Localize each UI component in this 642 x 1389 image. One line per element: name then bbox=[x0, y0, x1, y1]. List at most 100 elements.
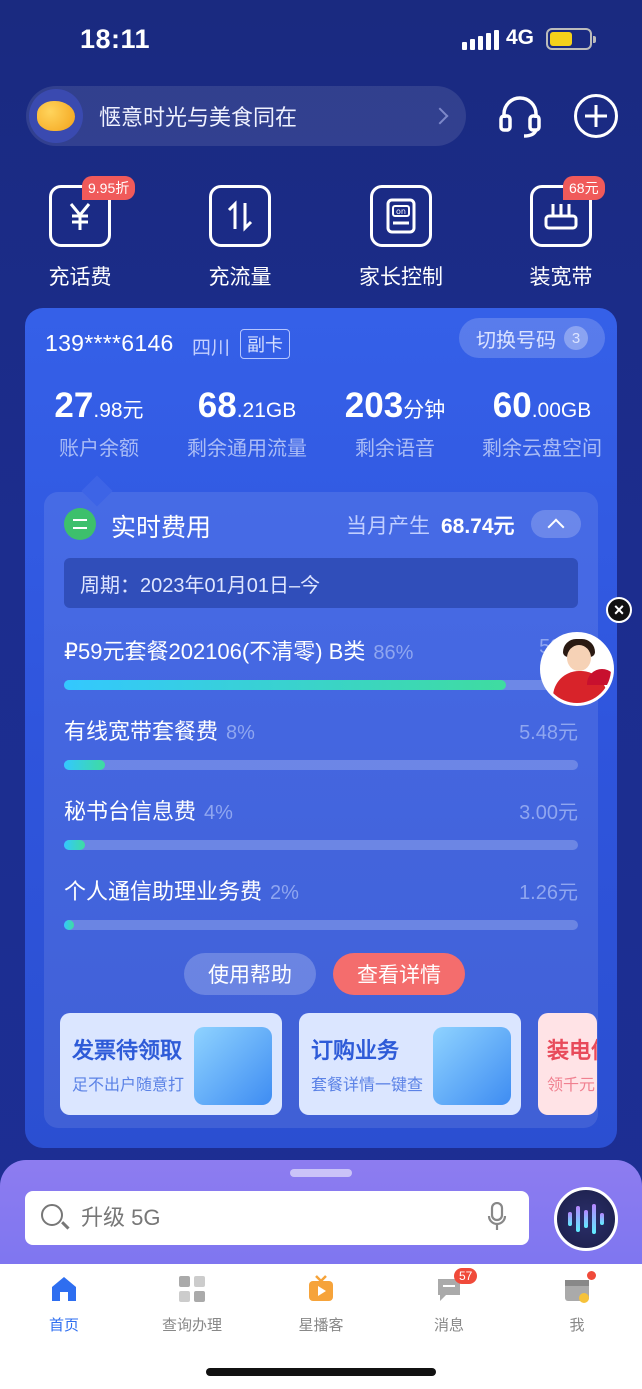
quick-action-label: 充话费 bbox=[48, 266, 112, 289]
stat-unit: 分钟 bbox=[403, 399, 446, 422]
router-icon: 68元 bbox=[530, 176, 605, 247]
fee-item[interactable]: 个人通信助理业务费 2% 1.26元 bbox=[64, 874, 578, 930]
invoice-illustration-icon bbox=[194, 1027, 272, 1105]
stat-unit: .21GB bbox=[236, 399, 297, 422]
microphone-icon[interactable] bbox=[487, 1202, 507, 1232]
stat-value: 27 bbox=[54, 386, 94, 425]
promo-subtitle: 领千元 bbox=[547, 1077, 596, 1094]
floating-assistant-avatar[interactable] bbox=[540, 632, 614, 706]
chevron-right-icon bbox=[431, 107, 449, 125]
customer-service-icon[interactable] bbox=[496, 92, 544, 140]
fee-amount: 3.00元 bbox=[519, 802, 578, 824]
bean-mascot-icon bbox=[37, 101, 75, 131]
fee-progress bbox=[64, 920, 578, 930]
phone-number: 139****6146 bbox=[45, 330, 174, 356]
fee-item[interactable]: 秘书台信息费 4% 3.00元 bbox=[64, 794, 578, 850]
close-icon[interactable]: × bbox=[606, 597, 632, 623]
stat-voice[interactable]: 203分钟 剩余语音 bbox=[334, 386, 456, 461]
fee-percent: 4% bbox=[204, 802, 233, 824]
stat-value: 68 bbox=[197, 386, 237, 425]
fee-progress bbox=[64, 760, 578, 770]
tab-me[interactable]: 我 bbox=[527, 1271, 627, 1335]
add-icon[interactable] bbox=[574, 94, 618, 138]
stat-label: 账户余额 bbox=[59, 438, 139, 460]
switch-number-button[interactable]: 切换号码 3 bbox=[459, 318, 605, 358]
greeting-text: 惬意时光与美食同在 bbox=[99, 105, 298, 130]
phone-region: 四川 bbox=[192, 338, 231, 359]
search-input[interactable] bbox=[81, 1199, 461, 1237]
tab-messages[interactable]: 57 消息 bbox=[399, 1268, 499, 1335]
stat-label: 剩余语音 bbox=[355, 438, 435, 460]
tab-home[interactable]: 首页 bbox=[14, 1274, 114, 1335]
data-transfer-icon bbox=[209, 185, 271, 247]
billing-period: 周期：2023年01月01日–今 bbox=[64, 558, 578, 608]
switch-number-label: 切换号码 bbox=[476, 329, 556, 352]
fee-progress bbox=[64, 840, 578, 850]
fee-amount: 5.48元 bbox=[519, 722, 578, 744]
quick-action-label: 装宽带 bbox=[529, 266, 593, 289]
stat-cloud[interactable]: 60.00GB 剩余云盘空间 bbox=[470, 386, 614, 461]
discount-badge: 9.95折 bbox=[82, 176, 136, 200]
stat-label: 剩余云盘空间 bbox=[482, 438, 602, 460]
fee-name: 有线宽带套餐费 bbox=[64, 719, 219, 744]
stat-label: 剩余通用流量 bbox=[187, 438, 307, 460]
quick-action-recharge-data[interactable]: 充流量 bbox=[185, 185, 295, 291]
network-type: 4G bbox=[506, 26, 535, 49]
quick-action-parental-control[interactable]: on 家长控制 bbox=[346, 185, 456, 291]
realtime-title: 实时费用 bbox=[111, 514, 212, 542]
home-indicator bbox=[206, 1368, 436, 1376]
tab-label: 首页 bbox=[48, 1317, 79, 1334]
signal-icon bbox=[462, 30, 499, 50]
quick-action-label: 充流量 bbox=[208, 266, 272, 289]
fee-percent: 8% bbox=[226, 722, 255, 744]
fee-percent: 2% bbox=[270, 882, 299, 904]
collapse-toggle[interactable] bbox=[531, 510, 581, 538]
promo-order-service[interactable]: 订购业务 套餐详情一键查 bbox=[299, 1013, 521, 1115]
promo-title: 发票待领取 bbox=[72, 1038, 183, 1063]
help-button[interactable]: 使用帮助 bbox=[184, 953, 316, 995]
fee-name: ₽59元套餐202106(不清零) B类 bbox=[64, 639, 366, 664]
yuan-icon: 9.95折 bbox=[49, 176, 136, 247]
month-label: 当月产生 bbox=[346, 515, 430, 538]
promo-title: 装电信 bbox=[547, 1038, 597, 1063]
stat-unit: .00GB bbox=[531, 399, 592, 422]
promo-install-telecom[interactable]: 装电信 领千元 bbox=[538, 1013, 597, 1115]
quick-action-recharge-bill[interactable]: 9.95折 充话费 bbox=[25, 176, 136, 291]
promo-invoice[interactable]: 发票待领取 足不出户随意打 bbox=[60, 1013, 282, 1115]
view-details-button[interactable]: 查看详情 bbox=[333, 953, 465, 995]
fee-amount: 1.26元 bbox=[519, 882, 578, 904]
greeting-banner[interactable]: 惬意时光与美食同在 bbox=[26, 86, 466, 146]
battery-icon bbox=[546, 28, 596, 50]
fee-percent: 86% bbox=[373, 642, 414, 664]
order-illustration-icon bbox=[433, 1027, 511, 1105]
fee-item[interactable]: 有线宽带套餐费 8% 5.48元 bbox=[64, 714, 578, 770]
parental-control-icon: on bbox=[370, 185, 432, 247]
stat-data[interactable]: 68.21GB 剩余通用流量 bbox=[174, 386, 320, 461]
fee-name: 个人通信助理业务费 bbox=[64, 879, 263, 904]
tab-label: 消息 bbox=[433, 1317, 464, 1334]
grid-icon bbox=[179, 1276, 205, 1302]
card-type-badge: 副卡 bbox=[240, 329, 290, 359]
search-bar[interactable] bbox=[25, 1191, 529, 1245]
tab-label: 我 bbox=[569, 1317, 585, 1334]
stat-value: 203 bbox=[344, 386, 404, 425]
price-badge: 68元 bbox=[563, 176, 605, 200]
fee-item[interactable]: ₽59元套餐202106(不清零) B类86% 59.0 bbox=[64, 634, 578, 690]
quick-action-broadband[interactable]: 68元 装宽带 bbox=[506, 176, 616, 291]
notification-dot bbox=[587, 1271, 596, 1280]
stat-value: 60 bbox=[492, 386, 532, 425]
voice-assistant-button[interactable] bbox=[554, 1187, 618, 1251]
avatar[interactable] bbox=[29, 89, 83, 143]
stat-unit: .98元 bbox=[93, 399, 144, 422]
tab-star-broadcast[interactable]: 星播客 bbox=[271, 1274, 371, 1335]
tv-icon bbox=[309, 1275, 333, 1301]
tab-label: 查询办理 bbox=[161, 1317, 222, 1334]
calendar-profile-icon bbox=[562, 1271, 596, 1304]
bill-icon bbox=[64, 508, 96, 540]
stat-balance[interactable]: 27.98元 账户余额 bbox=[40, 386, 158, 461]
drag-handle[interactable] bbox=[290, 1169, 352, 1177]
tab-label: 星播客 bbox=[298, 1317, 344, 1334]
fee-name: 秘书台信息费 bbox=[64, 799, 197, 824]
month-amount: 68.74元 bbox=[441, 515, 515, 538]
tab-query[interactable]: 查询办理 bbox=[142, 1274, 242, 1335]
